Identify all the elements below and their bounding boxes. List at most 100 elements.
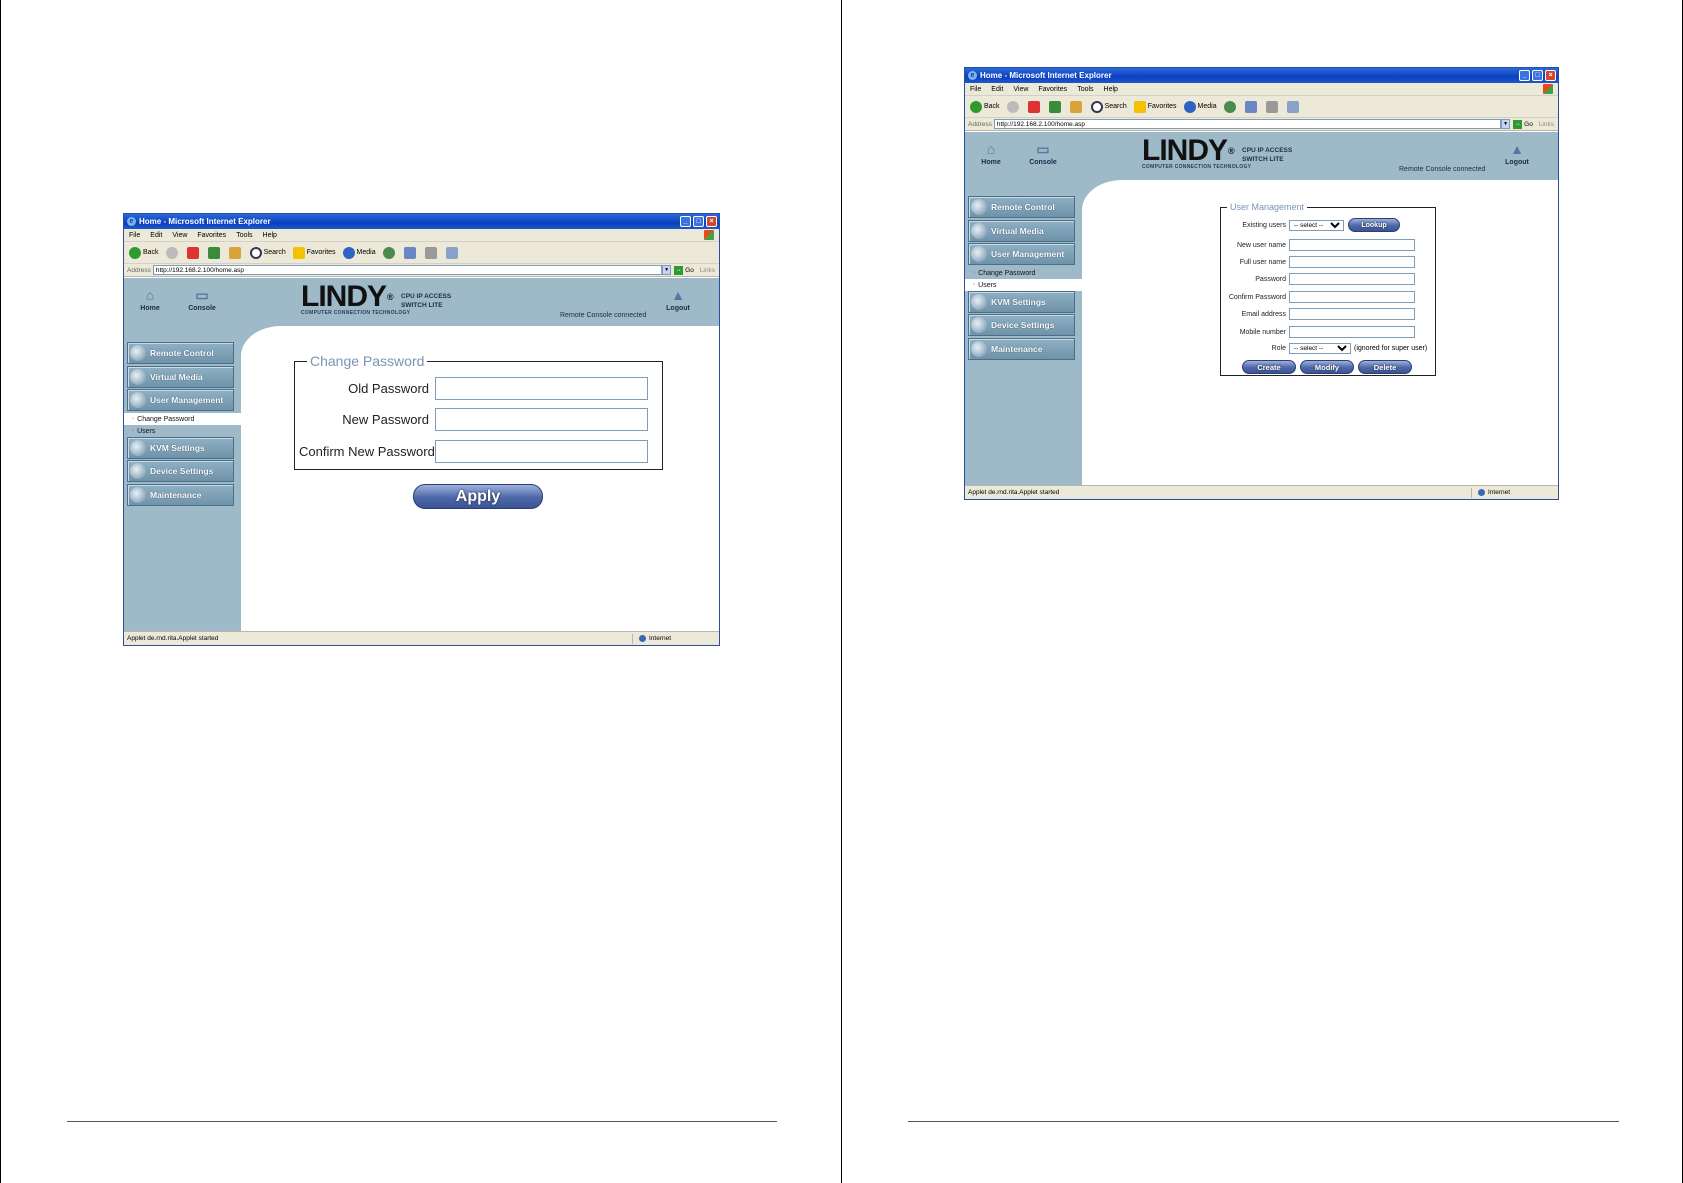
edit-button[interactable] — [1286, 100, 1301, 113]
mail-button[interactable] — [403, 246, 418, 259]
nav-change-password[interactable]: ◦ Change Password — [124, 413, 241, 425]
menu-view[interactable]: View — [1013, 86, 1028, 93]
existing-users-select[interactable]: -- select -- — [1289, 219, 1344, 231]
nav-remote-control[interactable]: Remote Control — [968, 196, 1075, 218]
role-select[interactable]: -- select -- — [1289, 343, 1351, 354]
address-input[interactable]: http://192.168.2.100/home.asp — [993, 119, 1502, 129]
forward-arrow-icon — [165, 246, 178, 259]
password-input[interactable] — [1289, 273, 1415, 285]
minimize-icon[interactable]: _ — [1519, 70, 1530, 81]
nav-kvm-settings[interactable]: KVM Settings — [968, 291, 1075, 313]
menu-view[interactable]: View — [172, 232, 187, 239]
delete-button[interactable]: Delete — [1358, 360, 1412, 374]
footer-rule — [908, 1121, 1619, 1122]
windows-logo-icon — [1543, 84, 1553, 94]
password-row: Password — [1222, 273, 1415, 285]
links-button[interactable]: Links — [1539, 121, 1554, 128]
new-user-name-input[interactable] — [1289, 239, 1415, 251]
mobile-number-input[interactable] — [1289, 326, 1415, 338]
menu-edit[interactable]: Edit — [150, 232, 162, 239]
console-nav[interactable]: ▭ Console — [182, 287, 222, 312]
nav-users[interactable]: ◦ Users — [124, 425, 241, 437]
minimize-icon[interactable]: _ — [680, 216, 691, 227]
nav-remote-control[interactable]: Remote Control — [127, 342, 234, 364]
refresh-button[interactable] — [1048, 100, 1063, 113]
favorites-button[interactable]: Favorites — [292, 246, 336, 259]
go-button[interactable]: → Go — [1513, 119, 1533, 129]
nav-kvm-settings[interactable]: KVM Settings — [127, 437, 234, 459]
nav-change-password[interactable]: ◦ Change Password — [965, 267, 1082, 279]
home-nav[interactable]: ⌂ Home — [130, 287, 170, 312]
close-icon[interactable]: × — [1545, 70, 1556, 81]
maximize-icon[interactable]: □ — [693, 216, 704, 227]
back-button[interactable]: Back — [970, 100, 1000, 113]
edit-page-icon — [1286, 100, 1299, 113]
apply-button[interactable]: Apply — [413, 484, 543, 509]
maximize-icon[interactable]: □ — [1532, 70, 1543, 81]
menu-file[interactable]: File — [970, 86, 981, 93]
lookup-button[interactable]: Lookup — [1348, 218, 1400, 232]
nav-maintenance[interactable]: Maintenance — [968, 338, 1075, 360]
confirm-new-password-input[interactable] — [435, 440, 648, 463]
create-button[interactable]: Create — [1242, 360, 1296, 374]
home-button[interactable] — [228, 246, 243, 259]
logout-nav[interactable]: ▲ Logout — [1497, 141, 1537, 166]
stop-button[interactable] — [186, 246, 201, 259]
links-button[interactable]: Links — [700, 267, 715, 274]
history-button[interactable] — [1223, 100, 1238, 113]
print-button[interactable] — [1265, 100, 1280, 113]
menu-help[interactable]: Help — [1104, 86, 1118, 93]
address-input[interactable]: http://192.168.2.100/home.asp — [152, 265, 663, 275]
address-dropdown-icon[interactable]: ▼ — [662, 265, 672, 275]
menu-help[interactable]: Help — [263, 232, 277, 239]
stop-button[interactable] — [1027, 100, 1042, 113]
nav-maintenance[interactable]: Maintenance — [127, 484, 234, 506]
media-button[interactable]: Media — [342, 246, 376, 259]
menu-tools[interactable]: Tools — [1077, 86, 1093, 93]
print-button[interactable] — [424, 246, 439, 259]
nav-user-management[interactable]: User Management — [127, 389, 234, 411]
search-button[interactable]: Search — [1090, 100, 1127, 113]
go-button[interactable]: → Go — [674, 265, 694, 275]
logout-nav[interactable]: ▲ Logout — [658, 287, 698, 312]
nav-virtual-media[interactable]: Virtual Media — [127, 366, 234, 388]
confirm-password-input[interactable] — [1289, 291, 1415, 303]
close-icon[interactable]: × — [706, 216, 717, 227]
nav-device-settings[interactable]: Device Settings — [127, 460, 234, 482]
history-button[interactable] — [382, 246, 397, 259]
modify-button[interactable]: Modify — [1300, 360, 1354, 374]
new-password-input[interactable] — [435, 408, 648, 431]
menu-favorites[interactable]: Favorites — [1038, 86, 1067, 93]
refresh-button[interactable] — [207, 246, 222, 259]
menu-edit[interactable]: Edit — [991, 86, 1003, 93]
nav-users[interactable]: ◦ Users — [965, 279, 1082, 291]
email-address-input[interactable] — [1289, 308, 1415, 320]
full-user-name-input[interactable] — [1289, 256, 1415, 268]
home-nav[interactable]: ⌂ Home — [971, 141, 1011, 166]
title-bar[interactable]: e Home - Microsoft Internet Explorer _ □… — [965, 68, 1558, 83]
logo-wordmark: LINDY — [1142, 134, 1228, 167]
search-button[interactable]: Search — [249, 246, 286, 259]
mail-button[interactable] — [1244, 100, 1259, 113]
menu-favorites[interactable]: Favorites — [197, 232, 226, 239]
old-password-input[interactable] — [435, 377, 648, 400]
password-label: Password — [1255, 275, 1286, 283]
nav-user-management[interactable]: User Management — [968, 243, 1075, 265]
forward-button[interactable] — [165, 246, 180, 259]
title-bar[interactable]: e Home - Microsoft Internet Explorer _ □… — [124, 214, 719, 229]
forward-button[interactable] — [1006, 100, 1021, 113]
nav-device-settings[interactable]: Device Settings — [968, 314, 1075, 336]
console-nav[interactable]: ▭ Console — [1023, 141, 1063, 166]
media-button[interactable]: Media — [1183, 100, 1217, 113]
address-dropdown-icon[interactable]: ▼ — [1501, 119, 1511, 129]
menu-file[interactable]: File — [129, 232, 140, 239]
product-line-2: SWITCH LITE — [401, 302, 443, 309]
edit-button[interactable] — [445, 246, 460, 259]
main-content: Change Password Old Password New Passwor… — [241, 326, 719, 631]
logo-tagline: COMPUTER CONNECTION TECHNOLOGY — [1142, 164, 1252, 170]
favorites-button[interactable]: Favorites — [1133, 100, 1177, 113]
back-button[interactable]: Back — [129, 246, 159, 259]
home-button[interactable] — [1069, 100, 1084, 113]
nav-virtual-media[interactable]: Virtual Media — [968, 220, 1075, 242]
menu-tools[interactable]: Tools — [236, 232, 252, 239]
